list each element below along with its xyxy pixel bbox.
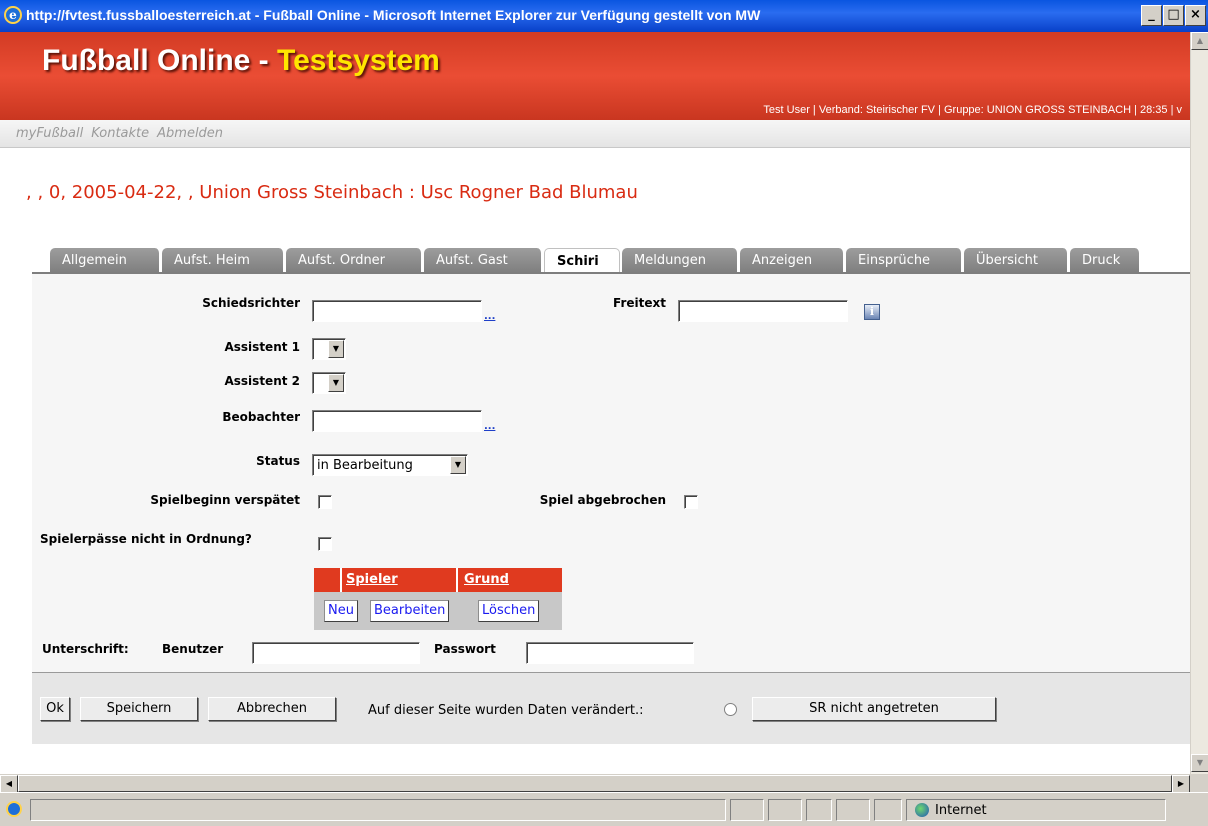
status-label: Status [256,454,300,468]
user-info: Test User | Verband: Steirischer FV | Gr… [763,104,1182,116]
column-header-spieler[interactable]: Spieler [346,572,398,587]
chevron-down-icon: ▼ [450,456,466,474]
tab-uebersicht[interactable]: Übersicht [964,248,1068,273]
player-table: Spieler Grund Neu Bearbeiten Löschen [314,568,562,630]
benutzer-label: Benutzer [162,642,224,656]
tab-druck[interactable]: Druck [1070,248,1140,273]
scroll-down-icon[interactable]: ▼ [1191,754,1208,772]
sr-nicht-angetreten-button[interactable]: SR nicht angetreten [752,697,996,721]
schiedsrichter-lookup-link[interactable]: ... [484,311,495,322]
neu-button[interactable]: Neu [324,600,358,622]
passwort-label: Passwort [434,642,496,656]
scroll-up-icon[interactable]: ▲ [1191,32,1208,50]
schiedsrichter-label: Schiedsrichter [202,296,300,310]
beobachter-label: Beobachter [222,410,300,424]
spielbeginn-verspaetet-checkbox[interactable] [318,495,332,509]
data-changed-text: Auf dieser Seite wurden Daten verändert.… [368,703,644,718]
nav-item-myfussball[interactable]: myFußball [16,126,83,141]
benutzer-input[interactable] [252,642,420,664]
main-nav: myFußball Kontakte Abmelden [0,120,1190,148]
tab-schiri[interactable]: Schiri [544,248,620,273]
status-value: in Bearbeitung [317,458,413,473]
column-divider [456,568,458,592]
security-zone: Internet [906,799,1166,821]
nav-item-abmelden[interactable]: Abmelden [157,126,223,141]
table-header: Spieler Grund [314,568,562,592]
column-header-grund[interactable]: Grund [464,572,509,587]
zone-label: Internet [935,803,987,818]
brand-main-text: Fußball Online - [42,44,277,77]
status-cell [768,799,802,821]
schiedsrichter-input[interactable] [312,300,482,322]
beobachter-input[interactable] [312,410,482,432]
status-cell [836,799,870,821]
vertical-scrollbar[interactable]: ▲ ▼ [1190,32,1208,774]
status-bar: Internet [0,792,1208,826]
status-text-cell [30,799,726,821]
abbrechen-button[interactable]: Abbrechen [208,697,336,721]
page-content: Fußball Online - Testsystem Test User | … [0,32,1190,774]
spielerpaesse-checkbox[interactable] [318,537,332,551]
close-button[interactable]: × [1185,5,1206,26]
assistent1-label: Assistent 1 [224,340,300,354]
data-changed-radio[interactable] [724,703,737,716]
page-title: , , 0, 2005-04-22, , Union Gross Steinba… [26,182,638,203]
maximize-button[interactable]: □ [1163,5,1184,26]
assistent2-label: Assistent 2 [224,374,300,388]
unterschrift-label: Unterschrift: [42,642,129,656]
freitext-label: Freitext [613,296,666,310]
passwort-input[interactable] [526,642,694,664]
beobachter-lookup-link[interactable]: ... [484,421,495,432]
browser-window: e http://fvtest.fussballoesterreich.at -… [0,0,1208,826]
status-cell [730,799,764,821]
horizontal-scroll-thumb[interactable] [18,775,1172,792]
loeschen-button[interactable]: Löschen [478,600,540,622]
tab-aufst-ordner[interactable]: Aufst. Ordner [286,248,422,273]
tab-anzeigen[interactable]: Anzeigen [740,248,844,273]
site-header: Fußball Online - Testsystem Test User | … [0,32,1190,120]
window-titlebar[interactable]: e http://fvtest.fussballoesterreich.at -… [0,0,1208,32]
window-title: http://fvtest.fussballoesterreich.at - F… [26,7,761,23]
chevron-down-icon: ▼ [328,374,344,392]
nav-item-kontakte[interactable]: Kontakte [91,126,149,141]
horizontal-scrollbar[interactable]: ◀ ▶ [0,774,1190,793]
info-icon[interactable]: i [864,304,880,320]
assistent1-select[interactable]: ▼ [312,338,346,360]
page-status-icon [6,801,22,817]
tab-aufst-gast[interactable]: Aufst. Gast [424,248,542,273]
brand-accent-text: Testsystem [277,44,440,77]
window-controls: _ □ × [1140,5,1206,26]
tab-allgemein[interactable]: Allgemein [50,248,160,273]
tab-einsprueche[interactable]: Einsprüche [846,248,962,273]
status-select[interactable]: in Bearbeitung ▼ [312,454,468,476]
action-footer: Ok Speichern Abbrechen Auf dieser Seite … [32,672,1190,744]
brand-logo: Fußball Online - Testsystem [42,44,440,78]
schiri-form [32,274,1190,678]
globe-icon [915,803,929,817]
speichern-button[interactable]: Speichern [80,697,198,721]
spiel-abgebrochen-label: Spiel abgebrochen [539,493,666,507]
status-cell [806,799,832,821]
spielerpaesse-label: Spielerpässe nicht in Ordnung? [40,532,252,546]
assistent2-select[interactable]: ▼ [312,372,346,394]
scrollbar-corner [1190,774,1208,792]
freitext-input[interactable] [678,300,848,322]
bearbeiten-button[interactable]: Bearbeiten [370,600,450,622]
internet-explorer-icon: e [4,6,22,24]
tab-aufst-heim[interactable]: Aufst. Heim [162,248,284,273]
column-divider [340,568,342,592]
chevron-down-icon: ▼ [328,340,344,358]
ok-button[interactable]: Ok [40,697,70,721]
spiel-abgebrochen-checkbox[interactable] [684,495,698,509]
tab-meldungen[interactable]: Meldungen [622,248,738,273]
scroll-left-icon[interactable]: ◀ [0,775,18,793]
scroll-right-icon[interactable]: ▶ [1172,775,1190,793]
status-cell [874,799,902,821]
minimize-button[interactable]: _ [1141,5,1162,26]
spielbeginn-verspaetet-label: Spielbeginn verspätet [150,493,300,507]
